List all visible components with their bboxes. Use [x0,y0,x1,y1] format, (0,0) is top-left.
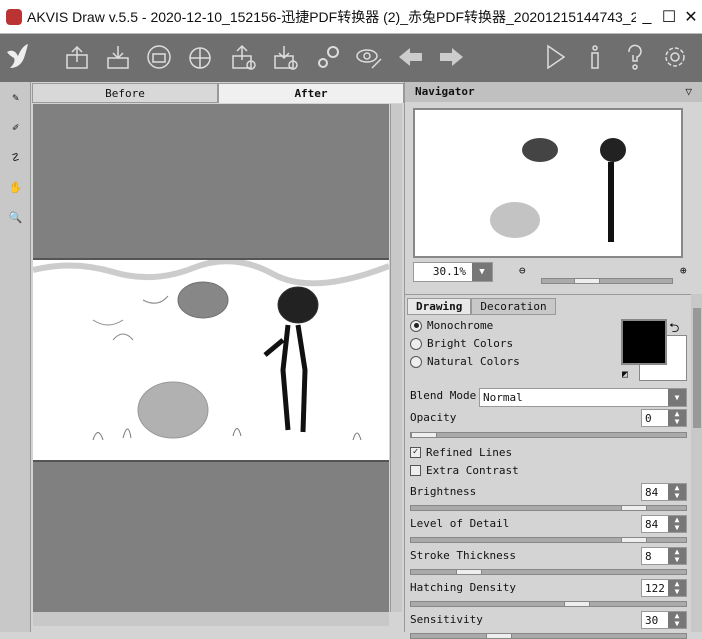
right-panel: Navigator ▽ 30.1% ▼ ⊖ ⊕ Drawing Decoratio… [404,82,702,639]
redo-arrow-button[interactable] [434,40,468,74]
settings-scrollbar[interactable] [691,294,702,632]
close-button[interactable]: ✕ [680,7,702,27]
open-button[interactable] [60,40,94,74]
level-of-detail-spinner[interactable]: 84 ▲ ▼ [641,515,687,533]
navigator-header: Navigator ▽ [405,82,702,102]
collapse-chevron-icon[interactable]: ▽ [685,82,692,102]
stroke-thickness-label: Stroke Thickness [410,549,516,562]
navigator-title: Navigator [415,85,475,98]
reset-colors-icon[interactable]: ◩ [622,369,628,380]
info-button[interactable] [578,40,612,74]
brightness-label: Brightness [410,485,477,498]
refined-lines-checkbox[interactable]: ✓ Refined Lines [410,446,512,459]
slider-thumb[interactable] [563,601,590,607]
slider-thumb[interactable] [621,505,647,511]
eraser-icon[interactable]: ✐ [0,112,31,142]
tab-after[interactable]: After [218,83,404,103]
batch-save-button[interactable] [268,40,302,74]
app-icon [6,8,22,25]
view-tabs: Before After [32,83,404,103]
sensitivity-spinner[interactable]: 30 ▲ ▼ [641,611,687,629]
slider-thumb[interactable] [621,537,647,543]
foreground-color-swatch[interactable] [621,319,667,365]
opacity-spinner[interactable]: 0 ▲ ▼ [641,409,687,427]
stroke-thickness-slider[interactable] [410,569,687,575]
settings-gears-icon[interactable] [312,40,346,74]
chevron-down-icon[interactable]: ▼ [668,389,686,406]
navigator-preview[interactable] [413,108,683,258]
opacity-label: Opacity [410,411,457,424]
brightness-spinner[interactable]: 84 ▲ ▼ [641,483,687,501]
undo-arrow-button[interactable] [394,40,428,74]
canvas-vertical-scrollbar[interactable] [390,104,402,612]
hand-icon[interactable]: ✋ [0,172,31,202]
spinner-arrows-icon[interactable]: ▲ ▼ [668,516,686,532]
tab-before[interactable]: Before [32,83,218,103]
blend-mode-row: Blend Mode [410,389,477,402]
title-bar: AKVIS Draw v.5.5 - 2020-12-10_152156-迅捷P… [0,0,702,34]
spinner-arrows-icon[interactable]: ▲ ▼ [668,484,686,500]
stroke-thickness-spinner[interactable]: 8 ▲ ▼ [641,547,687,565]
checkbox[interactable]: ✓ [410,447,421,458]
print-button[interactable] [142,40,176,74]
share-button[interactable] [183,40,217,74]
zoom-level-field[interactable]: 30.1% ▼ [413,262,493,282]
smudge-icon[interactable]: ☡ [0,142,31,172]
swap-colors-icon[interactable]: ⮌ [669,319,679,341]
minimize-button[interactable]: _ [636,8,658,26]
level-of-detail-label: Level of Detail [410,517,510,530]
extra-contrast-checkbox[interactable]: Extra Contrast [410,464,519,477]
tool-strip: ✎ ✐ ☡ ✋ 🔍 [0,82,31,632]
radio[interactable] [410,337,422,350]
spinner-arrows-icon[interactable]: ▲ ▼ [668,410,686,426]
settings-panel: Drawing Decoration Monochrome Bright Col… [405,294,691,639]
run-button[interactable] [538,40,572,74]
mode-natural-colors[interactable]: Natural Colors [410,355,520,368]
scrollbar-thumb[interactable] [693,308,701,428]
spinner-arrows-icon[interactable]: ▲ ▼ [668,612,686,628]
hatching-density-slider[interactable] [410,601,687,607]
batch-open-button[interactable] [226,40,260,74]
hatching-density-spinner[interactable]: 122 ▲ ▼ [641,579,687,597]
pencil-icon[interactable]: ✎ [0,82,31,112]
slider-thumb[interactable] [411,432,437,438]
sensitivity-slider[interactable] [410,633,687,639]
canvas-horizontal-scrollbar[interactable] [33,612,389,626]
preview-button[interactable] [352,40,386,74]
zoom-slider-thumb[interactable] [574,278,600,284]
save-button[interactable] [101,40,135,74]
blend-mode-select[interactable]: Normal ▼ [479,388,687,407]
zoom-dropdown-arrow-icon[interactable]: ▼ [472,263,492,281]
brightness-slider[interactable] [410,505,687,511]
level-of-detail-slider[interactable] [410,537,687,543]
zoom-icon[interactable]: 🔍 [0,202,31,232]
maximize-button[interactable]: ☐ [658,7,680,27]
radio[interactable] [410,319,422,332]
preferences-gear-button[interactable] [658,40,692,74]
hatching-density-label: Hatching Density [410,581,516,594]
slider-thumb[interactable] [456,569,482,575]
radio[interactable] [410,355,422,368]
zoom-out-icon[interactable]: ⊖ [519,264,526,277]
opacity-slider[interactable] [410,432,687,438]
mode-bright-colors[interactable]: Bright Colors [410,337,513,350]
checkbox[interactable] [410,465,421,476]
canvas-area[interactable] [32,104,391,612]
tab-decoration[interactable]: Decoration [471,298,556,315]
sketch-image [32,258,391,462]
toolbar [0,34,702,82]
logo-bird-icon [2,40,36,74]
sensitivity-label: Sensitivity [410,613,483,626]
spinner-arrows-icon[interactable]: ▲ ▼ [668,580,686,596]
window-title: AKVIS Draw v.5.5 - 2020-12-10_152156-迅捷P… [27,8,636,25]
help-button[interactable] [618,40,652,74]
tab-drawing[interactable]: Drawing [407,298,472,315]
zoom-in-icon[interactable]: ⊕ [680,264,687,277]
slider-thumb[interactable] [486,633,512,639]
mode-monochrome[interactable]: Monochrome [410,319,493,332]
zoom-slider[interactable] [541,278,673,284]
spinner-arrows-icon[interactable]: ▲ ▼ [668,548,686,564]
